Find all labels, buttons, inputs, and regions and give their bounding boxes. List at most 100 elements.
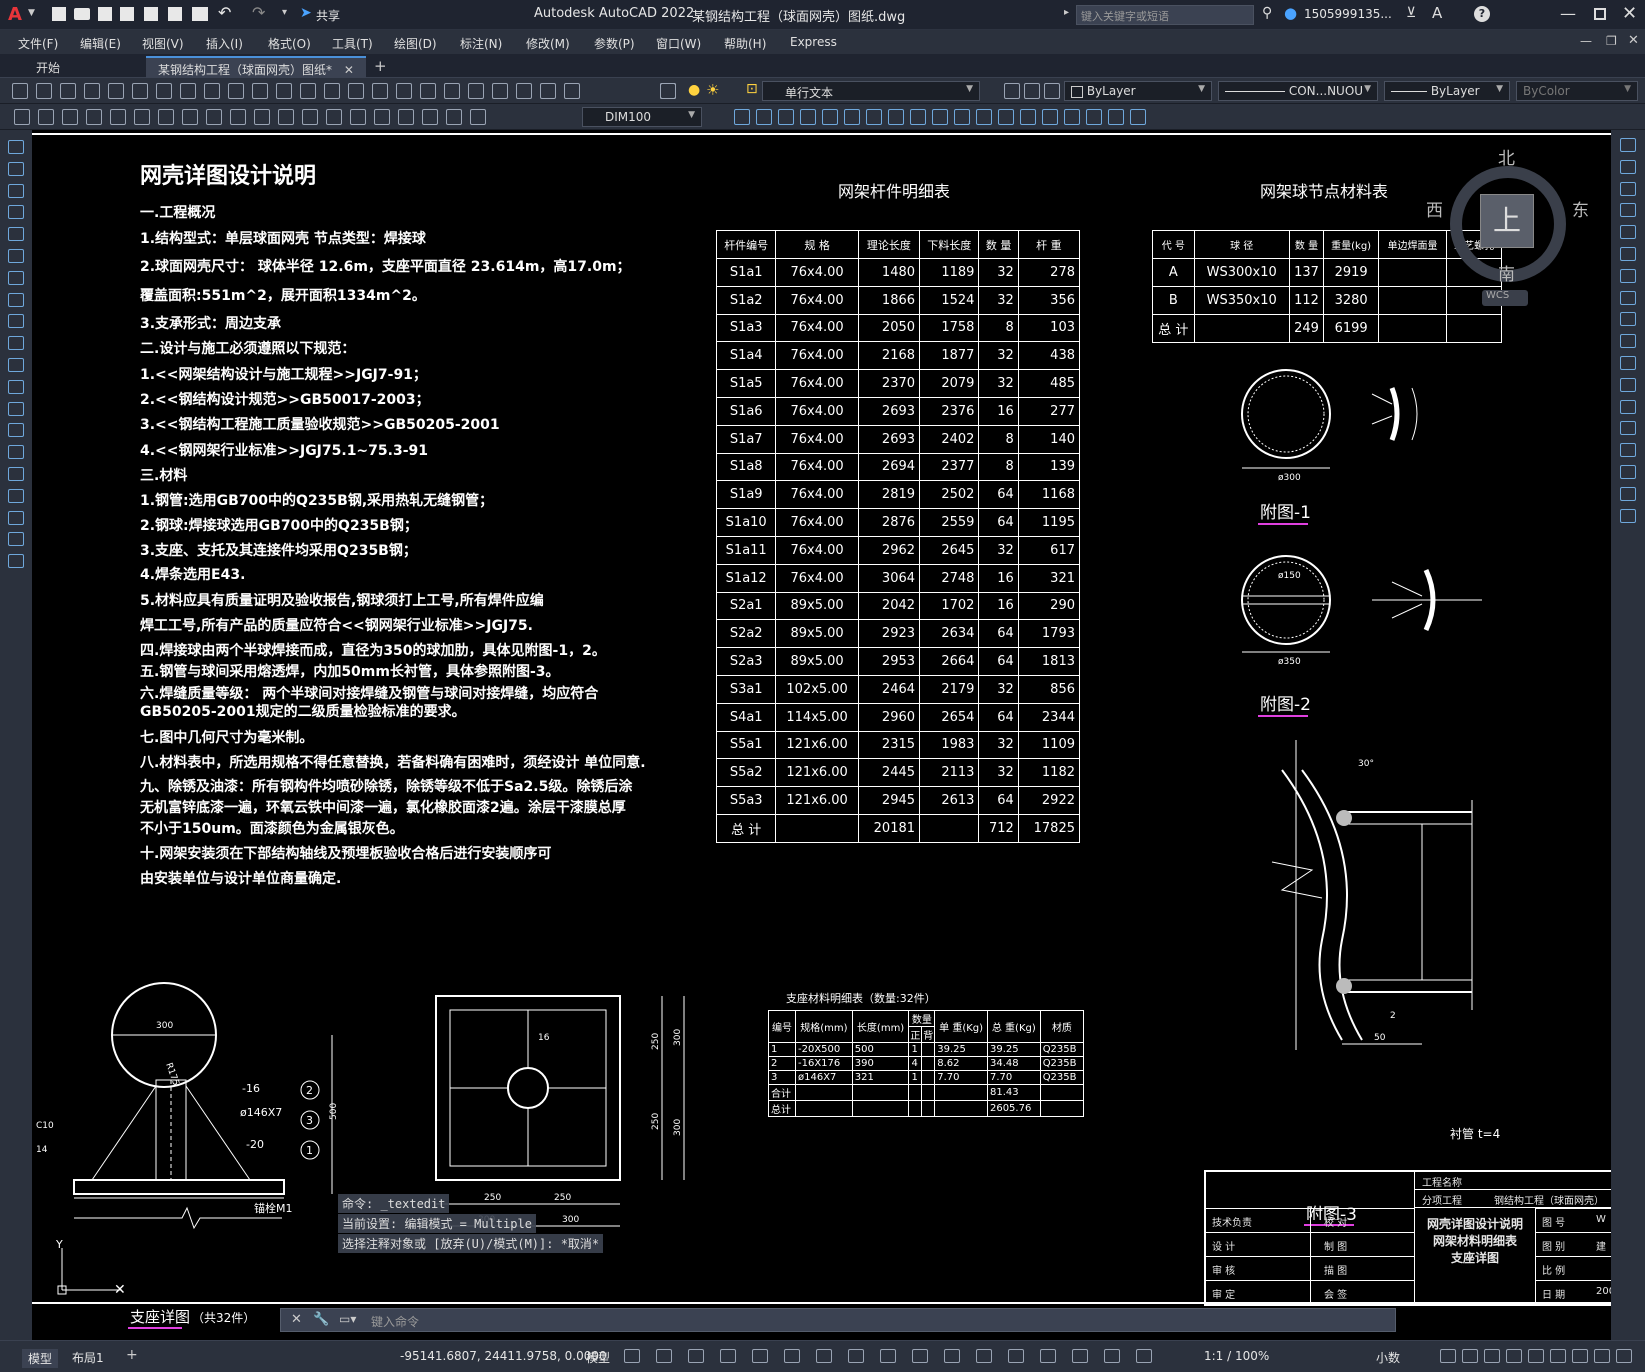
save-web-icon[interactable] xyxy=(168,7,182,21)
quick-dim-icon[interactable] xyxy=(206,109,222,125)
redo-icon[interactable]: ↷ xyxy=(252,3,265,22)
snap-icon[interactable] xyxy=(656,1349,672,1363)
menu-dimension[interactable]: 标注(N) xyxy=(460,35,502,52)
search-icon[interactable]: ⚲ xyxy=(1262,5,1272,21)
erase-icon[interactable] xyxy=(1620,138,1636,152)
plotstyle-combo[interactable]: ByColor ▼ xyxy=(1516,81,1638,101)
plot-icon[interactable] xyxy=(192,7,208,21)
3dosnap-icon[interactable] xyxy=(976,1349,992,1363)
make-current-icon[interactable] xyxy=(1004,83,1020,99)
continue-icon[interactable] xyxy=(254,109,270,125)
point-icon[interactable] xyxy=(8,423,24,438)
redo-icon[interactable] xyxy=(300,83,316,99)
tool-palettes-icon[interactable] xyxy=(468,83,484,99)
menu-tools[interactable]: 工具(T) xyxy=(332,35,373,52)
viewcube-west[interactable]: 西 xyxy=(1426,196,1443,221)
polyline-icon[interactable] xyxy=(8,183,24,198)
blend-icon[interactable] xyxy=(1620,486,1636,501)
pan-icon[interactable] xyxy=(324,83,340,99)
copy-object-icon[interactable] xyxy=(1620,159,1636,174)
dynamic-ucs-icon[interactable] xyxy=(1008,1349,1024,1363)
workspace-1-icon[interactable] xyxy=(734,109,750,125)
ellipse-arc-icon[interactable] xyxy=(8,358,24,372)
search-arrow-icon[interactable]: ▸ xyxy=(1064,7,1069,18)
fillet-icon[interactable] xyxy=(1620,465,1636,479)
workspace-14-icon[interactable] xyxy=(1020,109,1036,125)
paste-icon[interactable] xyxy=(204,83,220,99)
radius-icon[interactable] xyxy=(110,109,126,125)
properties-icon[interactable] xyxy=(420,83,436,99)
isodraft-icon[interactable] xyxy=(784,1349,800,1363)
lineweight-icon[interactable] xyxy=(880,1349,896,1363)
hatch-icon[interactable] xyxy=(8,445,24,460)
join-icon[interactable] xyxy=(1620,421,1636,436)
command-prompt-icon[interactable]: ▭▾ xyxy=(339,1312,356,1326)
doc-close-icon[interactable]: ✕ xyxy=(1628,33,1639,48)
save-as-icon[interactable] xyxy=(120,7,134,21)
spline-icon[interactable] xyxy=(8,314,24,329)
plot-icon[interactable] xyxy=(84,83,100,99)
workspace-5-icon[interactable] xyxy=(822,109,838,125)
menu-modify[interactable]: 修改(M) xyxy=(526,35,570,52)
selection-filter-icon[interactable] xyxy=(1040,1349,1056,1363)
dim-text-edit-icon[interactable] xyxy=(446,109,462,125)
add-layout-icon[interactable]: + xyxy=(126,1347,138,1363)
rotate-icon[interactable] xyxy=(1620,268,1636,283)
polygon-icon[interactable] xyxy=(8,205,24,220)
layer-bulb-icon[interactable]: ● xyxy=(688,82,700,98)
tab-drawing[interactable]: 某钢结构工程（球面网壳）图纸* ✕ xyxy=(146,56,366,78)
layer-previous-icon[interactable] xyxy=(660,83,676,99)
linear-dim-icon[interactable] xyxy=(14,109,30,125)
osnap-icon[interactable] xyxy=(848,1349,864,1363)
construction-line-icon[interactable] xyxy=(8,161,24,176)
aligned-dim-icon[interactable] xyxy=(38,109,54,125)
jogged-linear-icon[interactable] xyxy=(398,109,414,125)
linetype-combo[interactable]: CON...NUOU ▼ xyxy=(1218,81,1378,101)
workspace-11-icon[interactable] xyxy=(954,109,970,125)
viewcube[interactable]: 上 北 南 西 东 WCS xyxy=(1412,138,1608,328)
qnew-icon[interactable] xyxy=(12,83,28,99)
customize-status-icon[interactable] xyxy=(1616,1349,1632,1363)
move-icon[interactable] xyxy=(1620,247,1636,261)
viewcube-south[interactable]: 南 xyxy=(1498,260,1515,285)
cut-icon[interactable] xyxy=(156,83,172,99)
customize-qat-icon[interactable]: ▾ xyxy=(282,7,287,18)
drawing-canvas[interactable]: 网壳详图设计说明 一.工程概况 1.结构型式：单层球面网壳 节点类型：焊接球 2.球… xyxy=(32,130,1611,1340)
chamfer-icon[interactable] xyxy=(1620,443,1636,458)
undo-icon[interactable] xyxy=(276,83,292,99)
doc-restore-icon[interactable]: ❐ xyxy=(1606,34,1617,48)
close-icon[interactable]: ✕ xyxy=(1622,3,1637,24)
lock-ui-icon[interactable] xyxy=(1528,1349,1544,1363)
workspace-15-icon[interactable] xyxy=(1042,109,1058,125)
extend-icon[interactable] xyxy=(1620,356,1636,370)
workspace-12-icon[interactable] xyxy=(976,109,992,125)
revcloud-icon[interactable] xyxy=(8,292,24,307)
menu-window[interactable]: 窗口(W) xyxy=(656,35,701,52)
share-icon[interactable]: ➤ xyxy=(300,5,312,21)
minimize-icon[interactable]: — xyxy=(1560,4,1576,23)
quickcalc-icon[interactable] xyxy=(540,83,556,99)
tolerance-icon[interactable] xyxy=(326,109,342,125)
save-icon[interactable] xyxy=(60,83,76,99)
ortho-icon[interactable] xyxy=(720,1349,736,1363)
dim-update-icon[interactable] xyxy=(470,109,486,125)
polar-icon[interactable] xyxy=(752,1349,768,1363)
layer-match-icon[interactable] xyxy=(1024,83,1040,99)
gradient-icon[interactable] xyxy=(8,467,24,481)
menu-view[interactable]: 视图(V) xyxy=(142,35,184,52)
menu-express[interactable]: Express xyxy=(790,35,837,49)
layout1-tab[interactable]: 布局1 xyxy=(72,1349,104,1366)
viewcube-east[interactable]: 东 xyxy=(1572,196,1589,221)
layer-off-icon[interactable] xyxy=(1044,83,1060,99)
menu-insert[interactable]: 插入(I) xyxy=(206,35,243,52)
workspace-6-icon[interactable] xyxy=(844,109,860,125)
workspace-13-icon[interactable] xyxy=(998,109,1014,125)
workspace-19-icon[interactable] xyxy=(1130,109,1146,125)
menu-edit[interactable]: 编辑(E) xyxy=(80,35,121,52)
open-file-icon[interactable] xyxy=(74,8,90,20)
jogged-icon[interactable] xyxy=(134,109,150,125)
table-icon[interactable] xyxy=(8,510,24,525)
workspace-2-icon[interactable] xyxy=(756,109,772,125)
menu-parametric[interactable]: 参数(P) xyxy=(594,35,635,52)
isolate-objects-icon[interactable] xyxy=(1550,1349,1566,1363)
